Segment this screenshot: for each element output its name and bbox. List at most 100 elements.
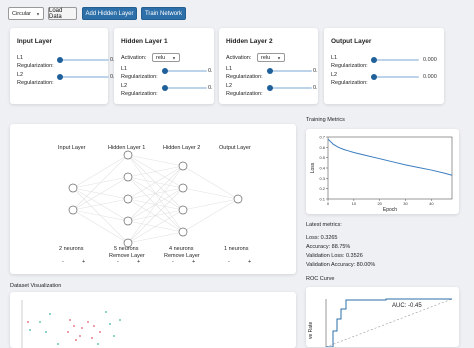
neuron-node: [233, 194, 243, 204]
neuron-count-hidden-1: 5 neurons: [114, 246, 139, 252]
regularization-label: Regularization:: [121, 91, 158, 97]
slider-thumb[interactable]: [371, 74, 377, 80]
y-tick-label: 0.6: [319, 145, 325, 150]
neuron-node: [68, 183, 78, 193]
neuron-count-hidden-2: 4 neurons: [169, 246, 194, 252]
decrease-neurons-button[interactable]: -: [172, 259, 174, 265]
add-hidden-layer-button[interactable]: Add Hidden Layer: [82, 7, 137, 20]
slider-thumb[interactable]: [162, 68, 168, 74]
hidden-layer-2-card: Hidden Layer 2 Activation: relu ▼ L1 Regu…: [219, 28, 318, 104]
roc-ylabel: ve Rate: [308, 321, 314, 339]
l2-slider[interactable]: [371, 74, 419, 80]
column-label-output: Output Layer: [219, 145, 251, 151]
connection-line: [72, 154, 129, 211]
activation-select[interactable]: relu ▼: [152, 53, 180, 62]
dataset-select-value: Circular: [12, 10, 31, 17]
chevron-down-icon: ▼: [172, 55, 176, 60]
data-point: [109, 323, 111, 325]
connection-line: [127, 165, 184, 200]
l1-label: L1: [331, 55, 338, 61]
neuron-count-output: 1 neurons: [224, 246, 249, 252]
l1-slider[interactable]: [57, 57, 109, 63]
loss-chart: 0.1 0.2 0.3 0.4 0.5 0.6 0.7 0 10 20 30 40 Epoch Loss: [310, 135, 453, 213]
l2-slider[interactable]: [162, 85, 207, 91]
y-tick-label: 0.7: [319, 135, 325, 140]
data-point: [67, 331, 69, 333]
metric-loss: Loss: 0.3265: [306, 235, 338, 241]
neuron-node: [178, 183, 188, 193]
increase-neurons-button[interactable]: +: [82, 259, 85, 265]
connection-line: [182, 198, 239, 233]
l2-slider[interactable]: [267, 85, 312, 91]
roc-chart: [325, 298, 453, 347]
activation-label: Activation:: [121, 55, 147, 61]
l1-slider[interactable]: [267, 68, 312, 74]
connection-line: [72, 209, 129, 222]
data-point: [69, 319, 71, 321]
roc-card: AUC: -0.45 ve Rate: [306, 287, 459, 347]
x-tick-label: 30: [403, 201, 408, 206]
increase-neurons-button[interactable]: +: [137, 259, 140, 265]
chevron-down-icon: ▼: [36, 11, 40, 16]
hidden-layer-1-card: Hidden Layer 1 Activation: relu ▼ L1 Regu…: [114, 28, 214, 104]
activation-label: Activation:: [226, 55, 252, 61]
l1-value: 0.: [313, 68, 318, 74]
metric-accuracy: Accuracy: 88.75%: [306, 244, 351, 250]
neuron-node: [123, 216, 133, 226]
y-tick-label: 0.2: [319, 186, 325, 191]
slider-thumb[interactable]: [57, 74, 63, 80]
x-axis-label: Epoch: [383, 207, 397, 213]
input-layer-card: Input Layer L1 Regularization: 0. L2 Reg…: [10, 28, 115, 104]
diagonal-reference: [325, 298, 453, 347]
neuron-count-input: 2 neurons: [59, 246, 84, 252]
data-point: [45, 331, 47, 333]
x-tick-label: 0: [327, 201, 330, 206]
connection-line: [127, 165, 184, 244]
connection-line: [127, 165, 184, 222]
l2-slider[interactable]: [57, 74, 109, 80]
slider-thumb[interactable]: [162, 85, 168, 91]
output-layer-card: Output Layer L1 Regularization: 0.000 L2…: [324, 28, 444, 104]
decrease-neurons-button[interactable]: -: [117, 259, 119, 265]
dataset-select[interactable]: Circular ▼: [8, 7, 44, 20]
y-tick-label: 0.1: [319, 197, 325, 202]
dataset-visualization-title: Dataset Visualization: [10, 283, 62, 289]
increase-neurons-button[interactable]: +: [248, 259, 251, 265]
slider-thumb[interactable]: [57, 57, 63, 63]
l1-slider[interactable]: [371, 57, 419, 63]
data-point: [79, 335, 81, 337]
latest-metrics-title: Latest metrics:: [306, 222, 342, 228]
y-tick-label: 0.5: [319, 155, 325, 160]
decrease-neurons-button[interactable]: -: [62, 259, 64, 265]
layer-title: Input Layer: [17, 38, 53, 45]
neuron-node: [123, 172, 133, 182]
neuron-node: [178, 205, 188, 215]
l1-value: 0.000: [423, 57, 437, 63]
load-data-button[interactable]: Load Data: [48, 7, 77, 20]
connection-line: [72, 176, 129, 211]
slider-thumb[interactable]: [267, 68, 273, 74]
l2-value: 0.: [313, 85, 318, 91]
slider-thumb[interactable]: [371, 57, 377, 63]
network-visualization-panel: Input Layer Hidden Layer 1 Hidden Layer …: [10, 124, 296, 274]
connection-line: [127, 165, 184, 178]
roc-auc-label: AUC: -0.45: [392, 303, 422, 309]
activation-value: relu: [261, 54, 271, 61]
data-point: [81, 327, 83, 329]
l1-value: 0.: [208, 68, 213, 74]
plot-frame: [327, 136, 453, 200]
connection-line: [127, 209, 184, 244]
neuron-node: [178, 161, 188, 171]
metric-validation-loss: Validation Loss: 0.3526: [306, 253, 363, 259]
activation-select[interactable]: relu ▼: [257, 53, 285, 62]
metric-validation-accuracy: Validation Accuracy: 80.00%: [306, 262, 376, 268]
connection-line: [127, 187, 184, 244]
data-point: [49, 313, 51, 315]
increase-neurons-button[interactable]: +: [192, 259, 195, 265]
l1-label: L1: [226, 66, 233, 72]
data-point: [105, 311, 107, 313]
train-network-button[interactable]: Train Network: [141, 7, 186, 20]
l1-slider[interactable]: [162, 68, 207, 74]
slider-thumb[interactable]: [267, 85, 273, 91]
decrease-neurons-button[interactable]: -: [228, 259, 230, 265]
